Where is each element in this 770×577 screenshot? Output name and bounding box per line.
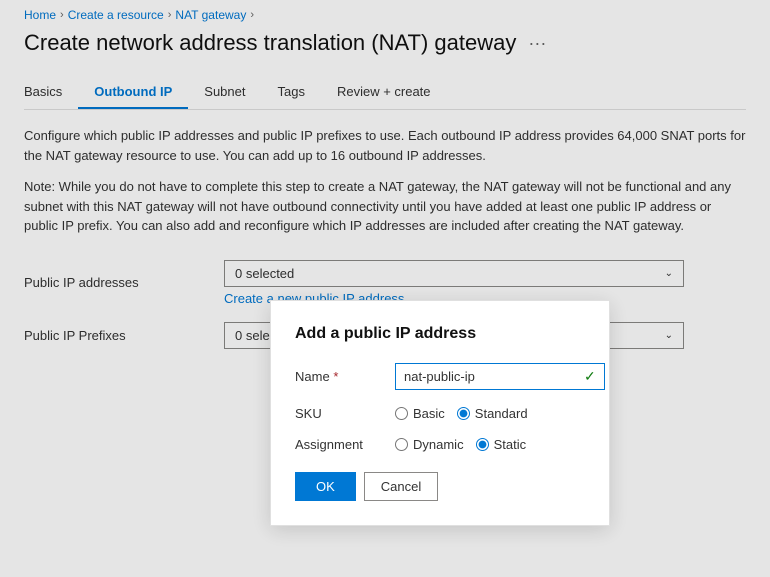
modal-name-field: Name * ✓ [295, 363, 585, 390]
modal-buttons: OK Cancel [295, 472, 585, 501]
modal-overlay: Add a public IP address Name * ✓ SKU Bas… [0, 0, 770, 577]
name-required-indicator: * [333, 369, 338, 384]
assignment-static-option[interactable]: Static [476, 437, 527, 452]
modal-assignment-field: Assignment Dynamic Static [295, 437, 585, 452]
sku-standard-label: Standard [475, 406, 528, 421]
modal-sku-field: SKU Basic Standard [295, 406, 585, 421]
assignment-dynamic-option[interactable]: Dynamic [395, 437, 464, 452]
modal-ok-button[interactable]: OK [295, 472, 356, 501]
modal-name-input[interactable] [404, 369, 580, 384]
assignment-static-label: Static [494, 437, 527, 452]
modal-sku-label: SKU [295, 406, 395, 421]
sku-basic-label: Basic [413, 406, 445, 421]
sku-standard-option[interactable]: Standard [457, 406, 528, 421]
modal-sku-options: Basic Standard [395, 406, 585, 421]
sku-standard-radio[interactable] [457, 407, 470, 420]
modal-name-label: Name * [295, 369, 395, 384]
modal-cancel-button[interactable]: Cancel [364, 472, 438, 501]
input-valid-icon: ✓ [584, 368, 596, 385]
add-public-ip-modal: Add a public IP address Name * ✓ SKU Bas… [270, 300, 610, 526]
assignment-static-radio[interactable] [476, 438, 489, 451]
assignment-dynamic-label: Dynamic [413, 437, 464, 452]
assignment-dynamic-radio[interactable] [395, 438, 408, 451]
modal-assignment-label: Assignment [295, 437, 395, 452]
sku-basic-radio[interactable] [395, 407, 408, 420]
modal-assignment-options: Dynamic Static [395, 437, 585, 452]
modal-name-input-wrapper: ✓ [395, 363, 605, 390]
modal-title: Add a public IP address [295, 325, 585, 343]
sku-basic-option[interactable]: Basic [395, 406, 445, 421]
